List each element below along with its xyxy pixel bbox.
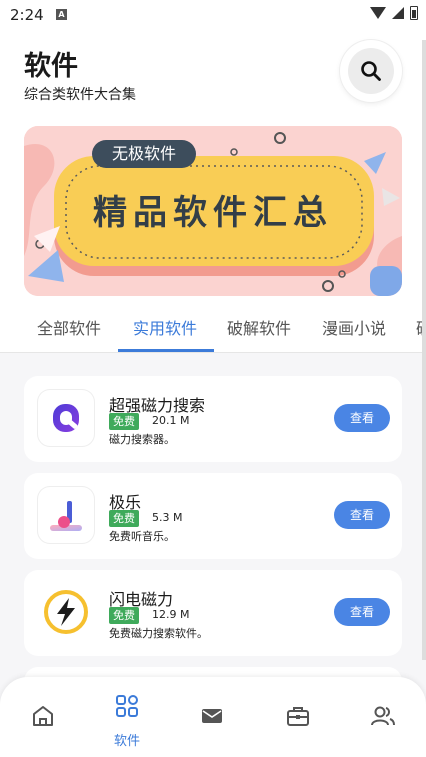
category-tabs: 全部软件 实用软件 破解软件 漫画小说 破 [0, 308, 426, 352]
nav-label-software: 软件 [113, 734, 140, 749]
nav-messages[interactable] [182, 677, 242, 757]
nav-toolbox[interactable] [268, 677, 328, 757]
notification-icon: A [56, 9, 67, 20]
wifi-icon [370, 7, 386, 19]
lightning-icon [44, 590, 88, 634]
nav-software[interactable]: 软件 [97, 677, 157, 757]
nav-home[interactable] [13, 677, 73, 757]
page-subtitle: 综合类软件大合集 [24, 87, 136, 103]
toolbox-icon [287, 707, 309, 726]
tab-utility-software[interactable]: 实用软件 [133, 315, 197, 339]
q-logo-icon [53, 404, 79, 432]
banner-tag: 无极软件 [92, 140, 196, 168]
music-note-icon [50, 501, 82, 531]
view-button[interactable]: 查看 [334, 598, 390, 626]
nav-users[interactable] [353, 677, 413, 757]
search-icon [361, 61, 381, 81]
app-icon [38, 584, 94, 640]
free-badge: 免费 [109, 413, 139, 430]
app-size: 5.3 M [152, 511, 183, 524]
app-icon [38, 487, 94, 543]
free-badge: 免费 [109, 607, 139, 624]
tab-all-software[interactable]: 全部软件 [37, 315, 101, 339]
tabs-divider [0, 352, 426, 353]
status-time: 2:24 [10, 6, 44, 24]
app-icon [38, 390, 94, 446]
status-icons [370, 6, 418, 20]
banner-headline: 精品软件汇总 [93, 193, 333, 233]
home-icon [33, 706, 53, 726]
battery-icon [410, 6, 418, 20]
app-card[interactable]: 极乐 免费 5.3 M 免费听音乐。 查看 [24, 473, 402, 559]
signal-icon [392, 7, 404, 19]
scrollbar-edge [422, 40, 426, 660]
users-icon [371, 706, 395, 726]
page-title: 软件 [24, 51, 78, 82]
app-description: 免费听音乐。 [109, 530, 175, 543]
view-button[interactable]: 查看 [334, 404, 390, 432]
app-size: 20.1 M [152, 414, 190, 427]
app-size: 12.9 M [152, 608, 190, 621]
apps-grid-icon [116, 695, 138, 717]
search-button-wrap[interactable] [340, 40, 402, 102]
search-button[interactable] [348, 48, 394, 94]
app-description: 免费磁力搜索软件。 [109, 627, 208, 640]
status-bar: 2:24 A [0, 0, 426, 30]
bottom-nav: 软件 [0, 677, 426, 757]
app-description: 磁力搜索器。 [109, 433, 175, 446]
tab-comics-novels[interactable]: 漫画小说 [322, 315, 386, 339]
free-badge: 免费 [109, 510, 139, 527]
app-card[interactable]: 超强磁力搜索 免费 20.1 M 磁力搜索器。 查看 [24, 376, 402, 462]
tab-cracked-software[interactable]: 破解软件 [227, 315, 291, 339]
view-button[interactable]: 查看 [334, 501, 390, 529]
mail-icon [202, 709, 222, 723]
app-card[interactable]: 闪电磁力 免费 12.9 M 免费磁力搜索软件。 查看 [24, 570, 402, 656]
